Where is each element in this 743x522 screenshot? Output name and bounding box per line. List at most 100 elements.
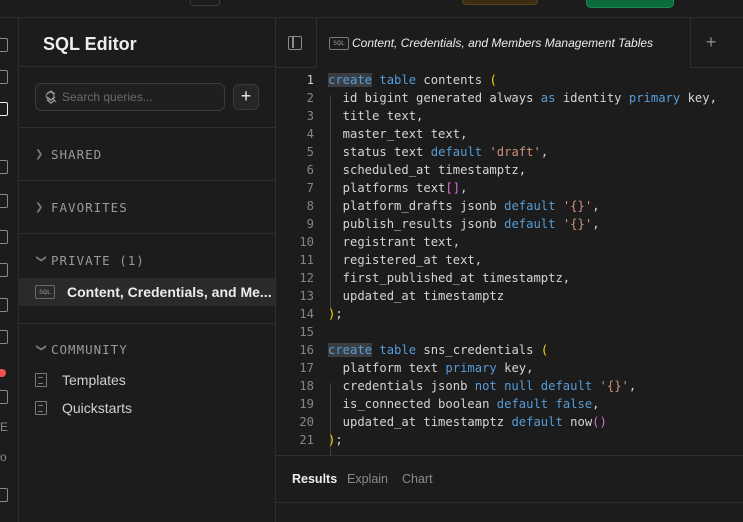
tab-chart[interactable]: Chart — [402, 472, 433, 486]
line-number: 19 — [299, 397, 314, 411]
code-text: publish_results jsonb default '{}', — [328, 217, 600, 231]
shortcut-key — [190, 0, 220, 6]
auth-icon[interactable] — [0, 194, 8, 208]
community-item-templates[interactable]: Templates — [35, 369, 126, 391]
line-number: 21 — [299, 433, 314, 447]
query-item-label: Content, Credentials, and Me... — [67, 284, 272, 300]
code-text: updated_at timestamptz default now() — [328, 415, 607, 429]
storage-icon[interactable] — [0, 230, 8, 244]
divider — [19, 127, 275, 128]
sort-chevrons-icon[interactable] — [45, 90, 57, 104]
code-text: status text default 'draft', — [328, 145, 549, 159]
code-text: platforms text[], — [328, 181, 468, 195]
section-label: SHARED — [51, 146, 103, 162]
line-number: 5 — [306, 145, 314, 159]
code-text: master_text text, — [328, 127, 468, 141]
line-number: 14 — [299, 307, 314, 321]
section-private[interactable]: ❯ PRIVATE (1) — [35, 250, 145, 270]
code-line: 3 title text, — [276, 107, 743, 125]
realtime-icon[interactable] — [0, 298, 8, 312]
code-line: 6 scheduled_at timestamptz, — [276, 161, 743, 179]
rail-label: E — [0, 420, 9, 434]
section-label: FAVORITES — [51, 199, 128, 215]
line-number: 9 — [306, 217, 314, 231]
code-line: 7 platforms text[], — [276, 179, 743, 197]
line-number: 11 — [299, 253, 314, 267]
line-number: 7 — [306, 181, 314, 195]
sidebar-title: SQL Editor — [43, 34, 137, 54]
code-text: platform text primary key, — [328, 361, 534, 375]
code-text: is_connected boolean default false, — [328, 397, 600, 411]
code-line: 2 id bigint generated always as identity… — [276, 89, 743, 107]
connect-button[interactable] — [586, 0, 674, 8]
table-editor-icon[interactable] — [0, 70, 8, 84]
divider — [19, 66, 275, 67]
code-line: 4 master_text text, — [276, 125, 743, 143]
line-number: 20 — [299, 415, 314, 429]
tab-bar: SQL Content, Credentials, and Members Ma… — [276, 18, 743, 68]
tab-results[interactable]: Results — [292, 472, 337, 486]
code-text: updated_at timestamptz — [328, 289, 505, 303]
reports-icon[interactable] — [0, 390, 8, 404]
toggle-sidebar-icon[interactable] — [288, 36, 302, 50]
line-number: 1 — [306, 73, 314, 87]
chevron-down-icon: ❯ — [35, 343, 47, 352]
code-line: 20 updated_at timestamptz default now() — [276, 413, 743, 431]
chevron-right-icon: ❯ — [35, 148, 44, 160]
functions-icon[interactable] — [0, 263, 8, 277]
add-query-button[interactable]: + — [233, 84, 259, 110]
chevron-right-icon: ❯ — [35, 201, 44, 213]
line-number: 15 — [299, 325, 314, 339]
code-text: registrant text, — [328, 235, 461, 249]
code-text: id bigint generated always as identity p… — [328, 91, 717, 105]
database-icon[interactable] — [0, 160, 8, 174]
sql-sidebar: SQL Editor + ❯ SHARED ❯ FAVORITES ❯ PRIV… — [19, 18, 276, 522]
sql-file-icon: SQL — [329, 37, 349, 50]
code-line: 5 status text default 'draft', — [276, 143, 743, 161]
search-box[interactable] — [35, 83, 225, 111]
line-number: 12 — [299, 271, 314, 285]
line-number: 8 — [306, 199, 314, 213]
section-community[interactable]: ❯ COMMUNITY — [35, 339, 128, 359]
code-line: 13 updated_at timestamptz — [276, 287, 743, 305]
results-panel: Results Explain Chart — [276, 455, 743, 522]
tab-query[interactable]: SQL Content, Credentials, and Members Ma… — [316, 18, 691, 68]
settings-icon[interactable] — [0, 488, 8, 502]
code-editor[interactable]: 1 create table contents ( 2 id bigint gene… — [276, 69, 743, 455]
code-text: title text, — [328, 109, 424, 123]
search-input[interactable] — [62, 88, 202, 106]
tab-label: Content, Credentials, and Members Manage… — [352, 36, 654, 50]
code-line: 21); — [276, 431, 743, 449]
code-line: 1 create table contents ( — [276, 71, 743, 89]
section-shared[interactable]: ❯ SHARED — [35, 144, 102, 164]
line-number: 17 — [299, 361, 314, 375]
editor-area: SQL Content, Credentials, and Members Ma… — [276, 18, 743, 522]
icon-rail: E o — [0, 18, 19, 522]
divider — [19, 323, 275, 324]
code-text: create table contents ( — [328, 73, 497, 87]
code-line: 9 publish_results jsonb default '{}', — [276, 215, 743, 233]
section-favorites[interactable]: ❯ FAVORITES — [35, 197, 128, 217]
line-number: 3 — [306, 109, 314, 123]
sql-editor-icon[interactable] — [0, 102, 8, 116]
advisors-icon[interactable] — [0, 330, 8, 344]
line-number: 13 — [299, 289, 314, 303]
code-text: ); — [328, 307, 343, 321]
new-tab-button[interactable]: + — [704, 32, 718, 52]
code-line: 18 credentials jsonb not null default '{… — [276, 377, 743, 395]
sql-file-icon: SQL — [35, 285, 55, 299]
query-item[interactable]: SQL Content, Credentials, and Me... — [19, 278, 275, 306]
community-item-quickstarts[interactable]: Quickstarts — [35, 397, 132, 419]
upgrade-button[interactable] — [462, 0, 538, 5]
code-text: registered_at text, — [328, 253, 483, 267]
code-text: ); — [328, 433, 343, 447]
code-text: scheduled_at timestamptz, — [328, 163, 527, 177]
code-line: 11 registered_at text, — [276, 251, 743, 269]
tab-explain[interactable]: Explain — [347, 472, 388, 486]
home-icon[interactable] — [0, 38, 8, 52]
line-number: 18 — [299, 379, 314, 393]
code-line: 15 — [276, 323, 743, 341]
code-line: 16 create table sns_credentials ( — [276, 341, 743, 359]
section-label: PRIVATE (1) — [51, 252, 145, 268]
code-text: first_published_at timestamptz, — [328, 271, 571, 285]
